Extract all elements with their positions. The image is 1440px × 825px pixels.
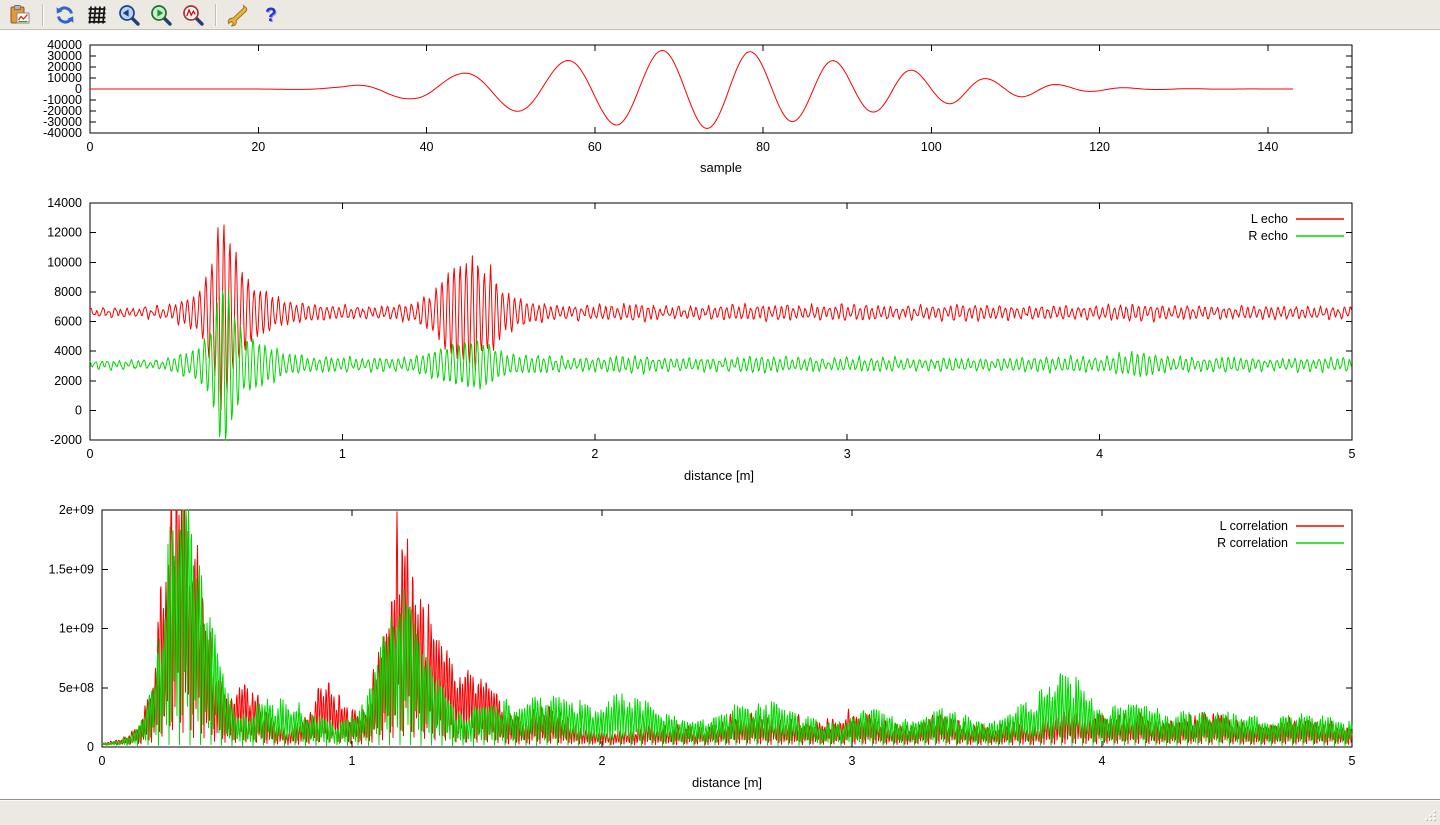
x-tick-label: 100 [921,140,942,154]
x-tick-label: 2 [591,447,598,461]
help-icon: ? ? [258,3,282,27]
y-tick-label: 2e+09 [59,503,94,517]
x-axis-label: sample [700,160,742,175]
x-tick-label: 4 [1099,754,1106,768]
series-chirp-pulse [90,51,1293,129]
configure-button[interactable] [224,2,252,28]
series-l-correlation [102,510,1352,745]
x-tick-label: 140 [1257,140,1278,154]
svg-text:?: ? [265,5,277,26]
x-tick-label: 2 [599,754,606,768]
status-text [2,803,1422,822]
resize-grip-icon[interactable] [1424,809,1438,823]
y-tick-label: -2000 [50,433,82,447]
series-r-echo [90,291,1352,440]
autoscale-button[interactable] [179,2,207,28]
chart-3: 0 1 2 3 4 5 0 5e+08 1e+09 1.5e+09 2e+09 distance [m… [48,503,1355,790]
y-tick-label: 8000 [54,285,82,299]
chart-1: 020406080100120140-40000-30000-20000-100… [43,38,1352,175]
toolbar-separator [215,4,216,26]
x-tick-label: 0 [87,140,94,154]
y-tick-label: 2000 [54,374,82,388]
x-tick-label: 0 [87,447,94,461]
x-tick-label: 120 [1089,140,1110,154]
legend-label: L correlation [1220,519,1288,533]
grid-button[interactable] [83,2,111,28]
status-bar [0,799,1440,825]
y-tick-label: 1e+09 [59,622,94,636]
y-tick-label: 0 [75,403,82,417]
x-axis-label: distance [m] [692,775,762,790]
x-tick-label: 3 [849,754,856,768]
help-button[interactable]: ? ? [256,2,284,28]
axis-labels: 0 1 2 3 4 5 -2000 0 2000 4000 6000 8000 10000 12000 14… [47,196,1355,461]
plot-area[interactable]: 020406080100120140-40000-30000-20000-100… [0,0,1440,825]
zoom-next-button[interactable] [147,2,175,28]
zoom-back-icon [117,3,141,27]
series-r-correlation [102,510,1352,746]
grid-icon [85,3,109,27]
axis-labels: 020406080100120140-40000-30000-20000-100… [43,38,1278,154]
chart-2: 0 1 2 3 4 5 -2000 0 2000 4000 6000 8000 10000 12000 14… [47,196,1355,483]
x-tick-label: 40 [420,140,434,154]
y-tick-label: 5e+08 [59,681,94,695]
x-tick-label: 80 [756,140,770,154]
replot-button[interactable] [51,2,79,28]
series-l-echo [90,225,1352,410]
zoom-previous-button[interactable] [115,2,143,28]
y-tick-label: 4000 [54,344,82,358]
x-tick-label: 0 [99,754,106,768]
x-tick-label: 1 [339,447,346,461]
x-tick-label: 5 [1349,447,1356,461]
toolbar: ? ? [0,0,1440,30]
y-tick-label: 6000 [54,315,82,329]
x-axis-label: distance [m] [684,468,754,483]
y-tick-label: 14000 [47,196,82,210]
legend-label: L echo [1251,212,1288,226]
y-tick-label: 40000 [47,38,82,52]
x-tick-label: 60 [588,140,602,154]
toolbar-separator [42,4,43,26]
legend-label: R correlation [1217,536,1288,550]
y-tick-label: 0 [87,740,94,754]
y-tick-label: 12000 [47,226,82,240]
refresh-icon [53,3,77,27]
x-tick-label: 4 [1096,447,1103,461]
zoom-forward-icon [149,3,173,27]
axis-ticks [90,203,1352,440]
x-tick-label: 20 [251,140,265,154]
copy-to-clipboard-button[interactable] [6,2,34,28]
wrench-icon [226,3,250,27]
clipboard-chart-icon [8,3,32,27]
legend-label: R echo [1248,229,1288,243]
y-tick-label: 1.5e+09 [48,562,94,576]
zoom-autoscale-icon [181,3,205,27]
x-tick-label: 3 [844,447,851,461]
plot-border [90,203,1352,440]
x-tick-label: 5 [1349,754,1356,768]
x-tick-label: 1 [349,754,356,768]
y-tick-label: 10000 [47,255,82,269]
plot-border [102,510,1352,747]
axis-ticks [102,510,1352,747]
